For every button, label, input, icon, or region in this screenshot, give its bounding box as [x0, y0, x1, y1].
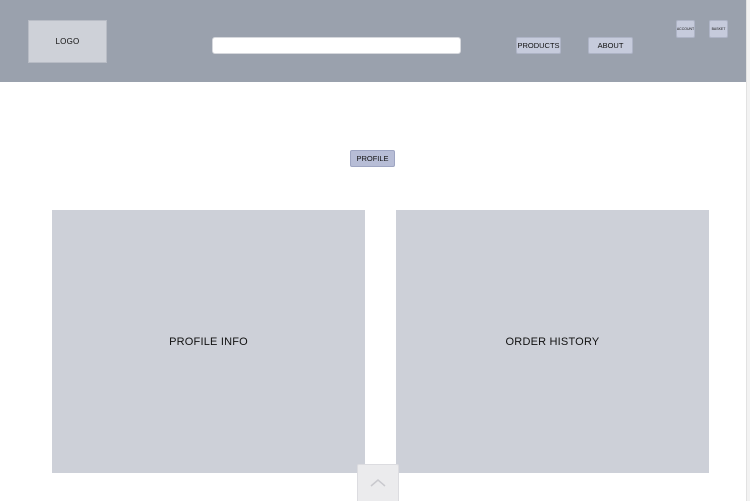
window-edge [746, 0, 750, 501]
account-button[interactable]: ACCOUNT [676, 20, 695, 38]
profile-button[interactable]: PROFILE [350, 150, 395, 167]
order-history-panel: ORDER HISTORY [396, 210, 709, 473]
products-button[interactable]: PRODUCTS [516, 37, 561, 54]
chevron-up-icon [370, 479, 386, 487]
search-input[interactable] [212, 37, 461, 54]
logo[interactable]: LOGO [28, 20, 107, 63]
order-history-label: ORDER HISTORY [505, 335, 600, 348]
profile-info-label: PROFILE INFO [169, 335, 248, 348]
scroll-to-top-button[interactable] [357, 464, 399, 501]
profile-info-panel: PROFILE INFO [52, 210, 365, 473]
about-button[interactable]: ABOUT [588, 37, 633, 54]
basket-button[interactable]: BASKET [709, 20, 728, 38]
site-header: LOGO PRODUCTS ABOUT ACCOUNT BASKET [0, 0, 746, 82]
